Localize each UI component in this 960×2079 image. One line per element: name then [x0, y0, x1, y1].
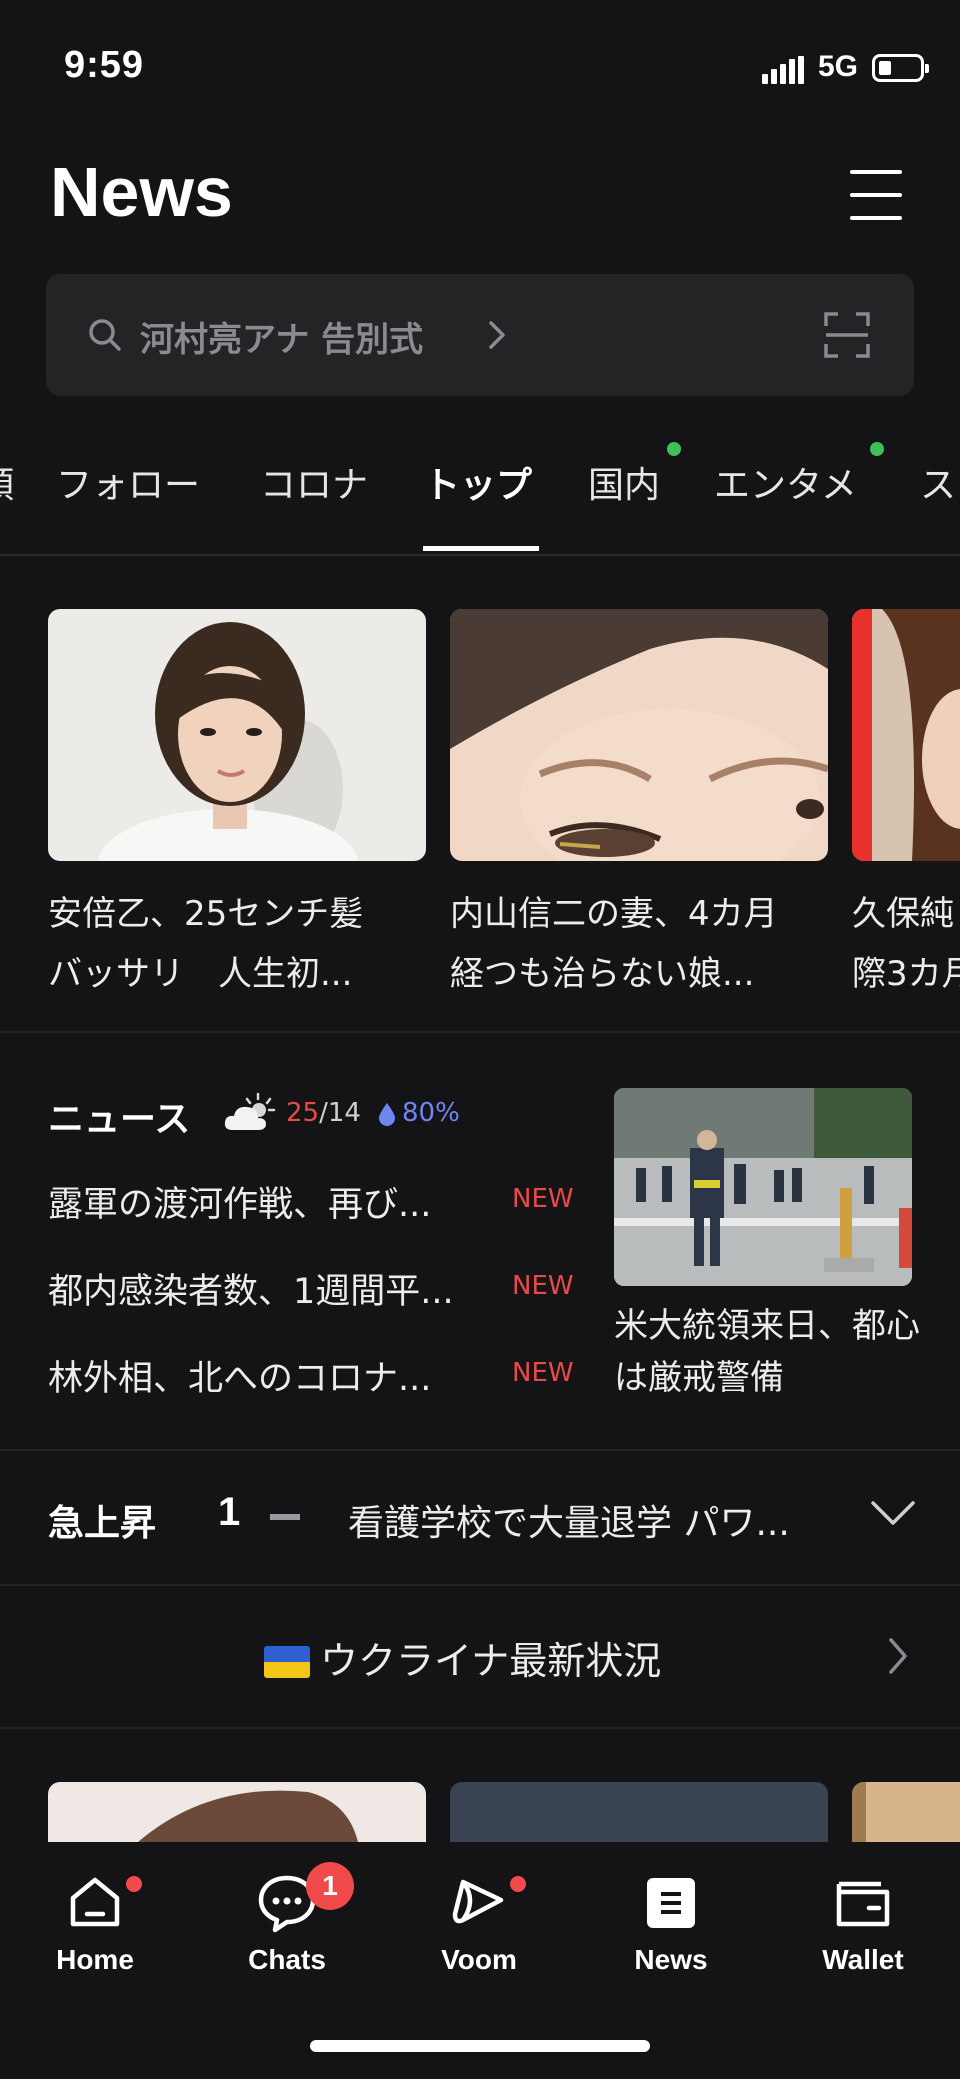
signal-icon	[762, 56, 804, 84]
card-image-4[interactable]	[48, 1782, 426, 1842]
nav-home-label: Home	[56, 1944, 134, 1975]
rank-unchanged-icon	[270, 1514, 300, 1520]
nav-wallet-label: Wallet	[822, 1944, 904, 1975]
nav-chats-label: Chats	[248, 1944, 326, 1975]
trending-label: 急上昇	[48, 1503, 157, 1544]
trending-rank: 1	[218, 1490, 241, 1534]
scan-icon[interactable]	[824, 312, 870, 358]
nav-voom-label: Voom	[441, 1944, 517, 1975]
ukraine-flag-icon	[264, 1646, 310, 1678]
notification-dot	[126, 1876, 142, 1892]
unread-badge: 1	[306, 1862, 354, 1910]
card-image-1[interactable]	[48, 609, 426, 861]
trending-headline[interactable]: 看護学校で大量退学 パワ...	[348, 1494, 790, 1546]
tab-partial-right[interactable]: ス	[920, 456, 956, 508]
card-caption-2[interactable]: 内山信二の妻、4カ月 経つも治らない娘...	[450, 884, 778, 1004]
divider	[0, 1449, 960, 1451]
headline-3[interactable]: 林外相、北へのコロナ...	[48, 1350, 431, 1401]
headline-1[interactable]: 露軍の渡河作戦、再び...	[48, 1176, 431, 1227]
search-icon	[89, 319, 121, 351]
battery-icon	[872, 54, 929, 82]
page-title: News	[50, 153, 233, 231]
rain-probability: 80%	[402, 1098, 460, 1128]
status-time: 9:59	[64, 44, 145, 86]
temp-high: 25	[286, 1098, 320, 1128]
tab-domestic[interactable]: 国内	[588, 456, 660, 508]
divider	[0, 1584, 960, 1586]
chevron-right-icon	[489, 321, 505, 349]
new-badge: NEW	[512, 1184, 574, 1214]
card-3-line-1: 久保純	[852, 894, 954, 934]
news-section-title[interactable]: ニュース	[48, 1090, 190, 1142]
tab-top[interactable]: トップ	[424, 456, 532, 508]
partly-cloudy-icon	[224, 1092, 276, 1130]
active-tab-indicator	[423, 546, 539, 551]
feature-news-image[interactable]	[614, 1088, 912, 1286]
tab-entertainment-dot	[870, 442, 884, 456]
temperature: 25/14	[286, 1098, 361, 1128]
nav-news-label: News	[634, 1944, 708, 1975]
new-badge: NEW	[512, 1358, 574, 1388]
tab-entertainment[interactable]: エンタメ	[714, 456, 857, 508]
new-badge: NEW	[512, 1271, 574, 1301]
nav-home[interactable]: Home	[30, 1870, 160, 1976]
search-bar[interactable]: 河村亮アナ 告別式	[46, 274, 914, 396]
voom-icon	[452, 1879, 504, 1924]
divider	[0, 1727, 960, 1729]
card-1-line-1: 安倍乙、25センチ髪	[48, 894, 364, 934]
nav-news[interactable]: News	[606, 1870, 736, 1976]
tab-corona[interactable]: コロナ	[260, 456, 368, 508]
notification-dot	[510, 1876, 526, 1892]
home-icon	[70, 1877, 120, 1927]
card-2-line-2: 経つも治らない娘...	[450, 954, 755, 994]
category-tabs: 頭 フォロー コロナ トップ 国内 エンタメ ス	[0, 440, 960, 556]
tab-follow[interactable]: フォロー	[56, 456, 200, 508]
card-caption-1[interactable]: 安倍乙、25センチ髪 バッサリ 人生初...	[48, 884, 363, 1004]
search-suggestion: 河村亮アナ 告別式	[140, 320, 424, 360]
nav-voom[interactable]: Voom	[414, 1870, 544, 1976]
card-image-3[interactable]	[852, 609, 960, 861]
home-indicator	[310, 2040, 650, 2052]
chevron-down-icon[interactable]	[870, 1498, 916, 1528]
wallet-icon	[836, 1881, 890, 1927]
headline-2[interactable]: 都内感染者数、1週間平...	[48, 1263, 454, 1314]
news-icon	[647, 1878, 695, 1928]
tab-partial-left[interactable]: 頭	[0, 456, 14, 508]
divider	[0, 1031, 960, 1033]
ukraine-banner-label: ウクライナ最新状況	[320, 1639, 662, 1683]
feature-news-caption[interactable]: 米大統領来日、都心は厳戒警備	[614, 1300, 924, 1404]
menu-icon[interactable]	[850, 170, 902, 220]
network-type: 5G	[818, 50, 859, 83]
chevron-right-icon[interactable]	[888, 1636, 908, 1676]
raindrop-icon	[379, 1103, 395, 1126]
ukraine-banner[interactable]: ウクライナ最新状況	[264, 1630, 661, 1685]
temp-low: /14	[319, 1098, 361, 1128]
card-2-line-1: 内山信二の妻、4カ月	[450, 894, 778, 934]
card-1-line-2: バッサリ 人生初...	[48, 954, 353, 994]
card-image-6[interactable]	[852, 1782, 960, 1842]
card-image-5[interactable]	[450, 1782, 828, 1842]
card-image-2[interactable]	[450, 609, 828, 861]
card-caption-3[interactable]: 久保純 際3カ月	[852, 884, 960, 1004]
tab-domestic-dot	[667, 442, 681, 456]
nav-chats[interactable]: Chats 1	[222, 1862, 354, 1976]
card-3-line-2: 際3カ月	[852, 954, 960, 994]
nav-wallet[interactable]: Wallet	[798, 1870, 928, 1976]
